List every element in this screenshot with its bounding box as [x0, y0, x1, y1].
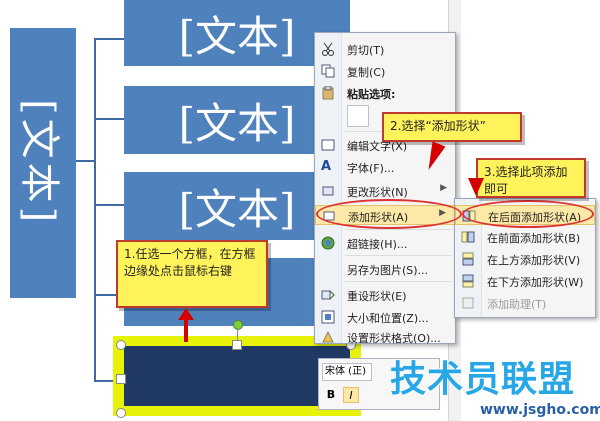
- resize-handle-tm[interactable]: [232, 340, 242, 350]
- menu-item-format-shape-label: 设置形状格式(O)...: [347, 332, 441, 345]
- menu-item-change-shape[interactable]: 更改形状(N) ▶: [315, 181, 455, 201]
- menu-item-paste-options-label: 粘贴选项:: [347, 88, 396, 101]
- scissors-icon: [321, 42, 335, 56]
- rotate-handle-stem: [237, 328, 238, 340]
- menu-item-hyperlink[interactable]: 超链接(H)...: [315, 233, 455, 253]
- add-assistant-icon: [461, 296, 475, 310]
- hyperlink-icon: [321, 236, 335, 250]
- smartart-main-box[interactable]: [文本]: [10, 28, 76, 298]
- submenu-arrow-icon: ▶: [440, 183, 447, 193]
- add-below-icon: [461, 274, 475, 288]
- submenu-item-add-before[interactable]: 在前面添加形状(B): [455, 227, 595, 247]
- submenu-item-add-assistant: 添加助理(T): [455, 293, 595, 313]
- format-shape-icon: [321, 330, 335, 344]
- smartart-box-1-text: [文本]: [178, 11, 296, 61]
- menu-item-paste-options: 粘贴选项:: [315, 83, 455, 103]
- selected-smartart-box[interactable]: [124, 346, 350, 406]
- connector-main: [76, 160, 94, 162]
- menu-separator: [345, 229, 451, 230]
- callout-step1-text: 1.任选一个方框，在方框边缘处点击鼠标右键: [124, 247, 256, 278]
- submenu-item-add-before-label: 在前面添加形状(B): [487, 232, 581, 245]
- submenu-item-add-above[interactable]: 在上方添加形状(V): [455, 249, 595, 269]
- resize-handle-tl[interactable]: [116, 340, 126, 350]
- arrow-step3: [468, 178, 484, 196]
- menu-item-cut[interactable]: 剪切(T): [315, 39, 455, 59]
- submenu-item-add-below[interactable]: 在下方添加形状(W): [455, 271, 595, 291]
- watermark: 技术员联盟 www.jsgho.com: [370, 350, 600, 418]
- connector-2: [94, 118, 124, 120]
- connector-3: [94, 204, 124, 206]
- save-picture-icon: [321, 262, 335, 276]
- callout-step1: 1.任选一个方框，在方框边缘处点击鼠标右键: [116, 240, 268, 308]
- arrow-step1-head: [178, 308, 194, 320]
- menu-item-reset-shape-label: 重设形状(E): [347, 290, 407, 303]
- submenu-item-add-below-label: 在下方添加形状(W): [487, 276, 584, 289]
- connector-1: [94, 38, 124, 40]
- watermark-url: www.jsgho.com: [480, 402, 600, 418]
- callout-step3: 3.选择此项添加即可: [476, 158, 586, 198]
- edit-text-icon: [321, 138, 335, 152]
- highlight-oval-add-shape: [316, 199, 462, 229]
- menu-item-cut-label: 剪切(T): [347, 44, 385, 57]
- menu-item-size-position[interactable]: 大小和位置(Z)...: [315, 307, 455, 327]
- font-icon: A: [321, 159, 332, 174]
- callout-step2-text: 2.选择“添加形状”: [390, 119, 486, 133]
- copy-icon: [321, 64, 335, 78]
- highlight-oval-add-after: [462, 200, 594, 228]
- paste-keep-format-button[interactable]: [347, 105, 369, 127]
- callout-step2: 2.选择“添加形状”: [382, 112, 522, 142]
- paste-icon: [321, 85, 335, 100]
- add-before-icon: [461, 230, 475, 244]
- resize-handle-bl[interactable]: [116, 408, 126, 418]
- callout-step3-text: 3.选择此项添加即可: [484, 165, 568, 196]
- arrow-step1: [184, 318, 188, 342]
- connector-trunk: [94, 38, 96, 380]
- menu-item-size-position-label: 大小和位置(Z)...: [347, 312, 429, 325]
- reset-shape-icon: [321, 288, 335, 302]
- menu-item-change-shape-label: 更改形状(N): [347, 186, 408, 199]
- size-position-icon: [321, 310, 335, 324]
- menu-item-font-label: 字体(F)...: [347, 162, 395, 175]
- font-name-box[interactable]: 宋体 (正): [322, 363, 372, 381]
- submenu-item-add-assistant-label: 添加助理(T): [487, 298, 547, 311]
- menu-separator: [345, 281, 451, 282]
- context-menu: 剪切(T) 复制(C) 粘贴选项: 编辑文字(X) A 字体(F)... 更改形…: [314, 32, 456, 347]
- menu-item-save-picture-label: 另存为图片(S)...: [347, 264, 429, 277]
- change-shape-icon: [321, 184, 335, 198]
- menu-item-copy-label: 复制(C): [347, 66, 386, 79]
- add-above-icon: [461, 252, 475, 266]
- smartart-main-text: [文本]: [16, 99, 62, 227]
- resize-handle-ml[interactable]: [116, 374, 126, 384]
- rotate-handle[interactable]: [233, 320, 243, 330]
- menu-item-copy[interactable]: 复制(C): [315, 61, 455, 81]
- bold-button[interactable]: B: [323, 387, 339, 403]
- italic-button[interactable]: I: [343, 387, 359, 403]
- menu-separator: [345, 255, 451, 256]
- menu-item-reset-shape[interactable]: 重设形状(E): [315, 285, 455, 305]
- smartart-box-3-text: [文本]: [178, 184, 296, 234]
- menu-item-hyperlink-label: 超链接(H)...: [347, 238, 408, 251]
- menu-item-save-picture[interactable]: 另存为图片(S)...: [315, 259, 455, 279]
- watermark-brand: 技术员联盟: [390, 359, 576, 400]
- submenu-item-add-above-label: 在上方添加形状(V): [487, 254, 581, 267]
- smartart-box-2-text: [文本]: [178, 98, 296, 148]
- menu-item-format-shape[interactable]: 设置形状格式(O)...: [315, 327, 455, 347]
